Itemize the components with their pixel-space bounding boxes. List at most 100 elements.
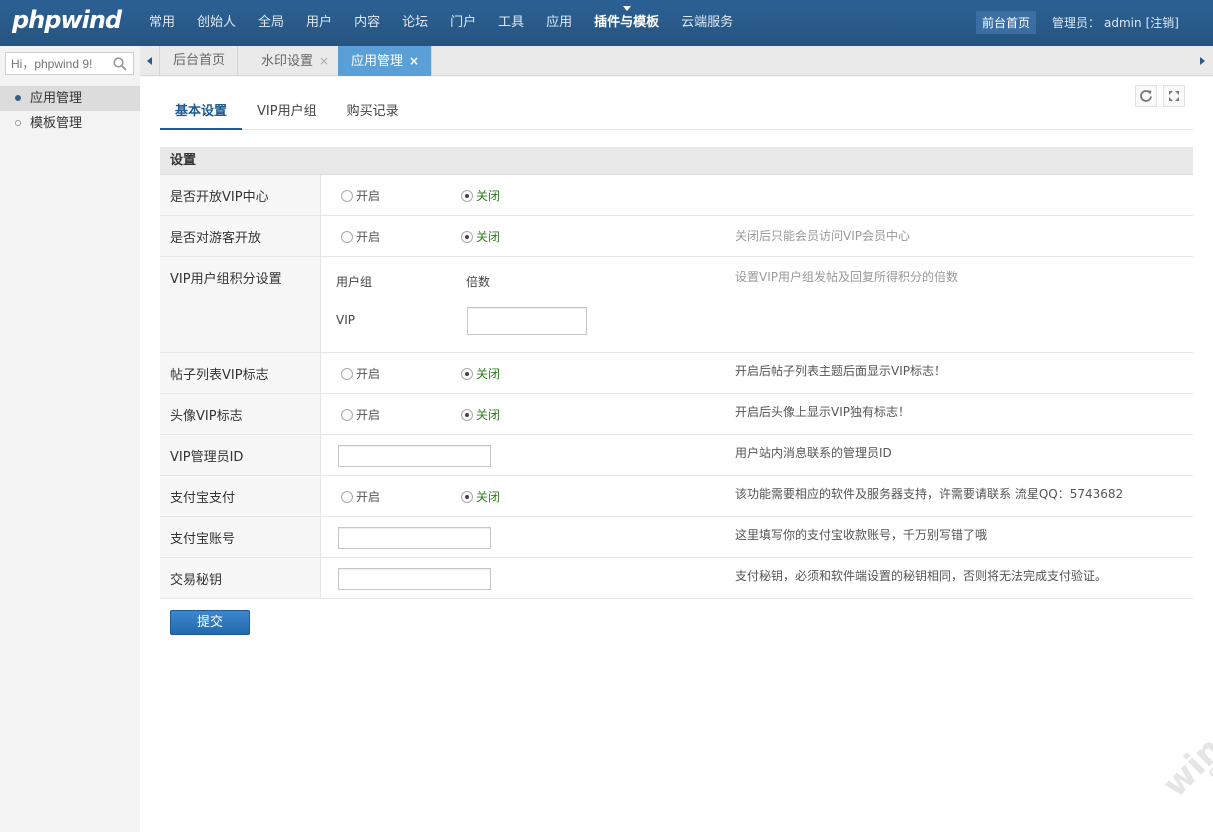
vip-admin-id-input[interactable] (338, 445, 491, 467)
close-icon[interactable]: × (319, 54, 329, 68)
tab-purchase-records[interactable]: 购买记录 (332, 99, 414, 130)
radio-label: 开启 (356, 490, 381, 504)
sidebar-item-template-management[interactable]: 模板管理 (0, 111, 140, 136)
bullet-icon (15, 95, 21, 101)
radio-checked-icon (461, 190, 473, 202)
row-label: 头像VIP标志 (160, 394, 321, 434)
radio-label: 开启 (356, 408, 381, 422)
row-label: 是否开放VIP中心 (160, 175, 321, 215)
tab-admin-home[interactable]: 后台首页 (160, 46, 239, 76)
nav-item-cloud-services[interactable]: 云端服务 (670, 0, 744, 46)
nav-item-common[interactable]: 常用 (138, 0, 186, 46)
row-label: VIP管理员ID (160, 435, 321, 475)
nav-item-forum[interactable]: 论坛 (391, 0, 439, 46)
nav-item-content[interactable]: 内容 (343, 0, 391, 46)
nav-item-portal[interactable]: 门户 (439, 0, 487, 46)
nav-item-founder[interactable]: 创始人 (186, 0, 247, 46)
radio-on[interactable]: 开启 (341, 407, 380, 423)
row-label: VIP用户组积分设置 (160, 257, 321, 352)
close-icon[interactable]: × (409, 54, 419, 68)
nav-item-plugins-templates[interactable]: 插件与模板 (583, 0, 670, 46)
row-hint: 开启后头像上显示VIP独有标志！ (735, 405, 910, 419)
arrow-left-icon (147, 57, 152, 65)
row-label: 帖子列表VIP标志 (160, 353, 321, 393)
sidebar: 应用管理 模板管理 (0, 46, 140, 832)
tab-label: 后台首页 (173, 53, 226, 68)
frontpage-button[interactable]: 前台首页 (975, 11, 1036, 34)
radio-label: 关闭 (476, 230, 501, 244)
top-navigation-bar: phpwind 常用 创始人 全局 用户 内容 论坛 门户 工具 应用 插件与模… (0, 0, 1213, 46)
main-content: 基本设置 VIP用户组 购买记录 设置 是否开放VIP中心 开启 关闭 是否对游… (140, 77, 1213, 832)
radio-icon (341, 491, 353, 503)
sidebar-item-label: 模板管理 (30, 116, 83, 131)
tab-watermark-settings[interactable]: 水印设置 × (248, 46, 343, 76)
top-right-area: 前台首页 管理员： admin [注销] (975, 11, 1179, 34)
vip-multiplier-input[interactable] (467, 307, 587, 335)
tab-vip-user-groups[interactable]: VIP用户组 (242, 99, 332, 130)
tabs-scroll-right-button[interactable] (1193, 46, 1213, 76)
phpwind-logo[interactable]: phpwind (12, 6, 122, 34)
radio-label: 关闭 (476, 367, 501, 381)
row-hint: 开启后帖子列表主题后面显示VIP标志！ (735, 364, 946, 378)
radio-icon (341, 231, 353, 243)
sidebar-list: 应用管理 模板管理 (0, 86, 140, 136)
sidebar-search (5, 52, 134, 75)
row-label: 支付宝账号 (160, 517, 321, 557)
column-header-multiplier: 倍数 (466, 275, 491, 289)
admin-name: admin (1104, 15, 1142, 30)
bullet-icon (15, 120, 21, 126)
column-header-group: 用户组 (336, 275, 373, 289)
row-hint: 支付秘钥，必须和软件端设置的秘钥相同，否则将无法完成支付验证。 (735, 569, 1108, 583)
row-vip-admin-id: VIP管理员ID 用户站内消息联系的管理员ID (160, 435, 1193, 476)
radio-label: 关闭 (476, 490, 501, 504)
row-hint: 用户站内消息联系的管理员ID (735, 446, 892, 460)
settings-section: 设置 是否开放VIP中心 开启 关闭 是否对游客开放 开启 关闭 关闭后只能会员… (160, 147, 1193, 599)
alipay-account-input[interactable] (338, 527, 491, 549)
row-label: 交易秘钥 (160, 558, 321, 598)
admin-label: 管理员： (1052, 16, 1101, 30)
row-avatar-vip-badge: 头像VIP标志 开启 关闭 开启后头像上显示VIP独有标志！ (160, 394, 1193, 435)
watermark-line-2: open.phpwind.me (1204, 669, 1213, 782)
radio-label: 开启 (356, 189, 381, 203)
tab-app-management[interactable]: 应用管理 × (338, 46, 433, 76)
row-alipay: 支付宝支付 开启 关闭 该功能需要相应的软件及服务器支持，许需要请联系 流星QQ… (160, 476, 1193, 517)
radio-label: 关闭 (476, 408, 501, 422)
group-name: VIP (336, 313, 355, 327)
radio-checked-icon (461, 231, 473, 243)
row-hint: 设置VIP用户组发帖及回复所得积分的倍数 (735, 270, 958, 284)
row-hint: 这里填写你的支付宝收款账号，千万别写错了哦 (735, 528, 988, 542)
radio-on[interactable]: 开启 (341, 366, 380, 382)
logout-link[interactable]: [注销] (1146, 14, 1179, 31)
main-nav: 常用 创始人 全局 用户 内容 论坛 门户 工具 应用 插件与模板 云端服务 (138, 0, 744, 46)
radio-off[interactable]: 关闭 (461, 366, 500, 382)
radio-off[interactable]: 关闭 (461, 407, 500, 423)
radio-off[interactable]: 关闭 (461, 229, 500, 245)
row-vip-credit-settings: VIP用户组积分设置 用户组 倍数 VIP 设置VIP用户组发帖及回复所得积分的… (160, 257, 1193, 353)
tab-label: 应用管理 (351, 54, 404, 69)
row-hint: 关闭后只能会员访问VIP会员中心 (735, 229, 910, 243)
nav-item-tools[interactable]: 工具 (487, 0, 535, 46)
row-vip-center: 是否开放VIP中心 开启 关闭 (160, 175, 1193, 216)
radio-off[interactable]: 关闭 (461, 489, 500, 505)
tab-label: 水印设置 (261, 54, 314, 69)
arrow-right-icon (1200, 57, 1205, 65)
radio-off[interactable]: 关闭 (461, 188, 500, 204)
row-label: 是否对游客开放 (160, 216, 321, 256)
radio-icon (341, 409, 353, 421)
nav-item-apps[interactable]: 应用 (535, 0, 583, 46)
row-guest-access: 是否对游客开放 开启 关闭 关闭后只能会员访问VIP会员中心 (160, 216, 1193, 257)
tabs-scroll-left-button[interactable] (140, 46, 160, 76)
search-input[interactable] (6, 53, 106, 74)
nav-item-users[interactable]: 用户 (295, 0, 343, 46)
row-hint: 该功能需要相应的软件及服务器支持，许需要请联系 流星QQ：5743682 (735, 487, 1124, 501)
radio-on[interactable]: 开启 (341, 229, 380, 245)
search-icon[interactable] (113, 57, 127, 71)
tab-basic-settings[interactable]: 基本设置 (160, 99, 243, 130)
nav-item-global[interactable]: 全局 (247, 0, 295, 46)
submit-button[interactable]: 提交 (170, 610, 250, 635)
radio-checked-icon (461, 409, 473, 421)
trade-key-input[interactable] (338, 568, 491, 590)
sidebar-item-app-management[interactable]: 应用管理 (0, 86, 140, 111)
radio-on[interactable]: 开启 (341, 489, 380, 505)
radio-on[interactable]: 开启 (341, 188, 380, 204)
